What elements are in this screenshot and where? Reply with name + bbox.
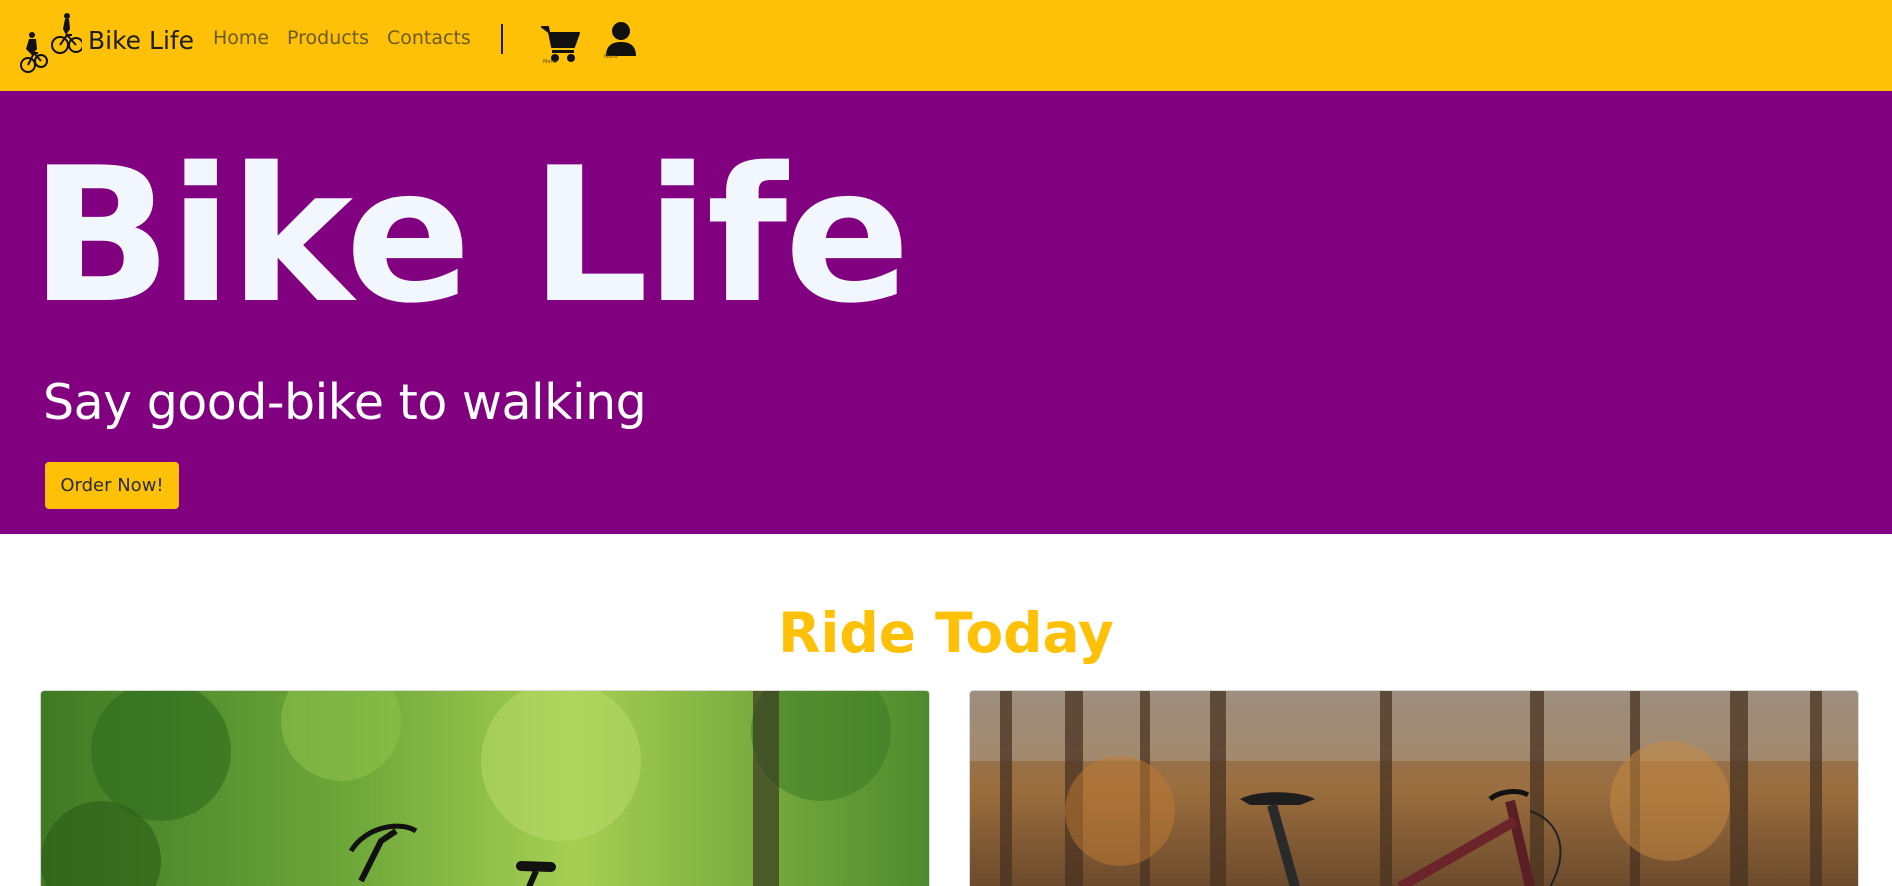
nav-link-home[interactable]: Home: [213, 26, 269, 50]
bicycle-autumn-forest-image[interactable]: [969, 690, 1859, 886]
cyclists-logo-icon[interactable]: [20, 13, 82, 75]
user-icon[interactable]: [604, 22, 638, 58]
section-title: Ride Today: [778, 601, 1114, 665]
hero-subtitle: Say good-bike to walking: [43, 374, 647, 431]
hero-title: Bike Life: [30, 127, 910, 344]
nav-link-contacts[interactable]: Contacts: [387, 26, 471, 50]
bicycle-green-forest-image[interactable]: [40, 690, 930, 886]
cart-caption: Menu: [543, 59, 557, 65]
user-caption: Menu: [604, 54, 618, 60]
order-now-button[interactable]: Order Now!: [45, 462, 179, 509]
nav-divider: [501, 24, 503, 54]
hero-banner: Bike Life Say good-bike to walking Order…: [0, 91, 1892, 534]
top-navbar: Bike Life Home Products Contacts Menu Me…: [0, 0, 1892, 91]
nav-link-products[interactable]: Products: [287, 26, 369, 50]
brand-name[interactable]: Bike Life: [88, 26, 194, 56]
